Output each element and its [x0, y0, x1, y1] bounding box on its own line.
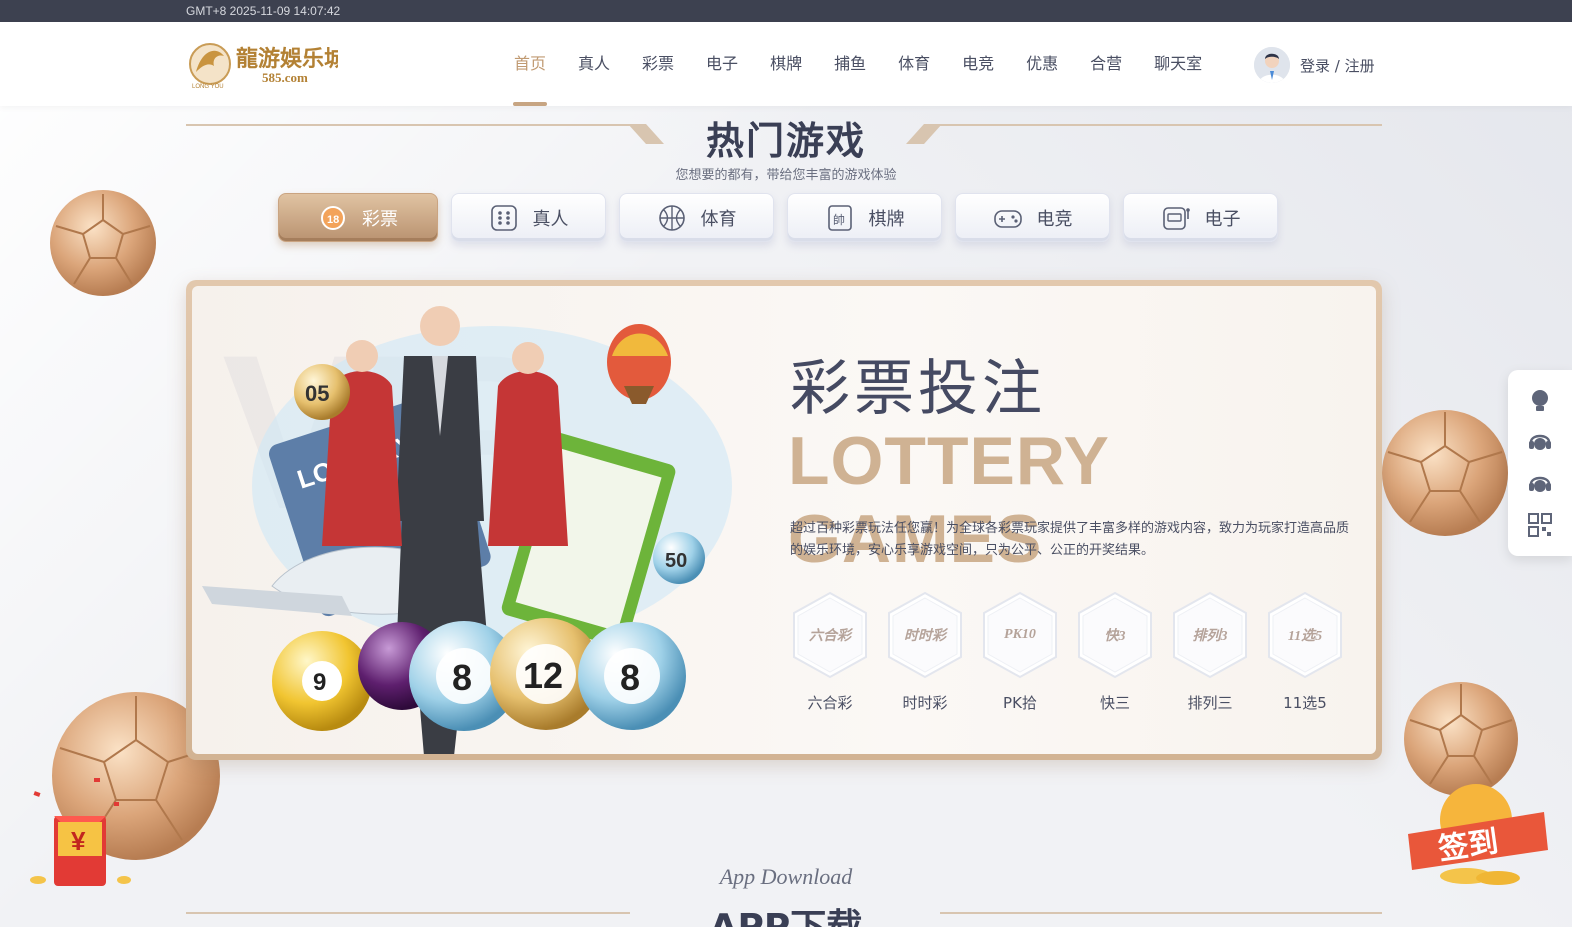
game-ssc[interactable]: 时时彩 时时彩 [885, 590, 965, 713]
header: 龍游娛乐城 585.com LONG YOU 首页 真人 彩票 电子 棋牌 捕鱼… [0, 22, 1572, 106]
slot-machine-icon [1161, 203, 1191, 233]
game-name[interactable]: 六合彩 [807, 692, 852, 713]
game-pk10[interactable]: PK10 PK拾 [980, 590, 1060, 713]
section-subtitle: 您想要的都有，带给您丰富的游戏体验 [675, 168, 897, 183]
hero-ball-label: 12 [523, 655, 563, 696]
main-nav: 首页 真人 彩票 电子 棋牌 捕鱼 体育 电竞 优惠 合营 聊天室 [498, 22, 1218, 106]
tab-lottery[interactable]: 18 彩票 [278, 193, 438, 242]
lightbulb-icon[interactable] [1527, 388, 1553, 414]
side-float-panel [1508, 370, 1572, 556]
nav-item-fishing[interactable]: 捕鱼 [818, 22, 882, 106]
game-11x5[interactable]: 11选5 11选5 [1265, 590, 1345, 713]
nav-item-sports[interactable]: 体育 [882, 22, 946, 106]
svg-text:帥: 帥 [833, 213, 845, 227]
nav-item-affiliate[interactable]: 合营 [1074, 22, 1138, 106]
site-logo[interactable]: 龍游娛乐城 585.com LONG YOU [186, 36, 346, 92]
game-name[interactable]: 快三 [1100, 692, 1130, 713]
nav-item-lottery[interactable]: 彩票 [626, 22, 690, 106]
nav-item-chatroom[interactable]: 聊天室 [1138, 22, 1218, 106]
logo-domain: 585.com [262, 70, 308, 85]
hero-small-ball-label: 05 [305, 381, 329, 406]
tab-label: 体育 [700, 208, 737, 230]
tab-label: 彩票 [362, 208, 398, 230]
tab-sports[interactable]: 体育 [619, 193, 774, 242]
nav-item-home[interactable]: 首页 [498, 22, 562, 106]
tab-label: 电子 [1204, 208, 1241, 230]
game-name[interactable]: 排列三 [1187, 692, 1232, 713]
tab-live[interactable]: 真人 [451, 193, 606, 242]
tab-label: 电竞 [1036, 208, 1073, 230]
customer-service-2-icon[interactable] [1527, 471, 1553, 497]
hero-ball-label: 8 [620, 657, 640, 698]
decor-ball-icon [1382, 410, 1508, 536]
section-title: 热门游戏 [705, 119, 866, 163]
game-badge[interactable]: 排列3 [1170, 590, 1250, 680]
game-name[interactable]: 时时彩 [902, 692, 947, 713]
lottery-hero-image: LOTTERY 05 [202, 306, 732, 754]
decor-ball-icon [50, 190, 156, 296]
game-pl3[interactable]: 排列3 排列三 [1170, 590, 1250, 713]
hero-small-ball-label: 50 [665, 550, 687, 572]
dice-icon [489, 203, 519, 233]
lottery-icon: 18 [318, 203, 348, 233]
tab-slots[interactable]: 电子 [1123, 193, 1278, 242]
tab-label: 棋牌 [868, 208, 905, 230]
tab-cards[interactable]: 帥 棋牌 [787, 193, 942, 242]
lottery-game-list: 六合彩 六合彩 时时彩 时时彩 PK10 PK拾 快3 快三 排列3 排列三 1… [790, 590, 1345, 713]
game-logo: 11选5 [1287, 629, 1323, 644]
server-time: GMT+8 2025-11-09 14:07:42 [186, 4, 341, 18]
game-name[interactable]: 11选5 [1283, 692, 1327, 713]
game-badge[interactable]: PK10 [980, 590, 1060, 680]
game-k3[interactable]: 快3 快三 [1075, 590, 1155, 713]
qrcode-icon[interactable] [1527, 512, 1553, 538]
game-category-tabs: 18 彩票 真人 体育 帥 棋牌 电竞 电子 [278, 193, 1278, 242]
app-download-title: APP下载 [0, 898, 1572, 927]
nav-item-cards[interactable]: 棋牌 [754, 22, 818, 106]
lottery-title-cn: 彩票投注 [790, 354, 1046, 424]
game-badge[interactable]: 11选5 [1265, 590, 1345, 680]
hero-ball-label: 8 [452, 657, 472, 698]
game-logo: 六合彩 [809, 629, 851, 644]
hero-ball-label: 9 [313, 669, 326, 696]
user-login[interactable]: 登录 / 注册 [1254, 46, 1375, 84]
logo-text: 龍游娛乐城 [236, 46, 338, 72]
game-logo: 时时彩 [904, 629, 946, 644]
red-packet-label: ¥ [71, 826, 86, 856]
game-badge[interactable]: 快3 [1075, 590, 1155, 680]
lottery-card-inner: VIP LOTTERY [192, 286, 1376, 754]
gamepad-icon [993, 203, 1023, 233]
game-badge[interactable]: 六合彩 [790, 590, 870, 680]
top-bar: GMT+8 2025-11-09 14:07:42 [0, 0, 1572, 22]
lottery-description: 超过百种彩票玩法任您赢！为全球各彩票玩家提供了丰富多样的游戏内容，致力为玩家打造… [790, 521, 1350, 558]
game-name[interactable]: PK拾 [1003, 692, 1037, 713]
chess-card-icon: 帥 [825, 203, 855, 233]
customer-service-icon[interactable] [1527, 429, 1553, 455]
game-mark-six[interactable]: 六合彩 六合彩 [790, 590, 870, 713]
game-logo: PK10 [1004, 627, 1036, 642]
app-download-subtitle: App Download [719, 864, 853, 889]
signin-label: 签到 [1436, 824, 1500, 867]
game-logo: 排列3 [1192, 629, 1228, 644]
tab-esports[interactable]: 电竞 [955, 193, 1110, 242]
logo-en: LONG YOU [192, 84, 224, 90]
nav-item-esports[interactable]: 电竞 [946, 22, 1010, 106]
decor-ball-icon [1404, 682, 1518, 796]
nav-item-live[interactable]: 真人 [562, 22, 626, 106]
basketball-icon [657, 203, 687, 233]
game-badge[interactable]: 时时彩 [885, 590, 965, 680]
game-logo: 快3 [1104, 629, 1126, 644]
nav-item-promotions[interactable]: 优惠 [1010, 22, 1074, 106]
avatar[interactable] [1254, 47, 1290, 83]
svg-text:18: 18 [327, 214, 339, 226]
nav-item-slots[interactable]: 电子 [690, 22, 754, 106]
tab-label: 真人 [532, 208, 569, 230]
lottery-card: VIP LOTTERY [186, 280, 1382, 760]
login-register-link[interactable]: 登录 / 注册 [1300, 55, 1375, 76]
